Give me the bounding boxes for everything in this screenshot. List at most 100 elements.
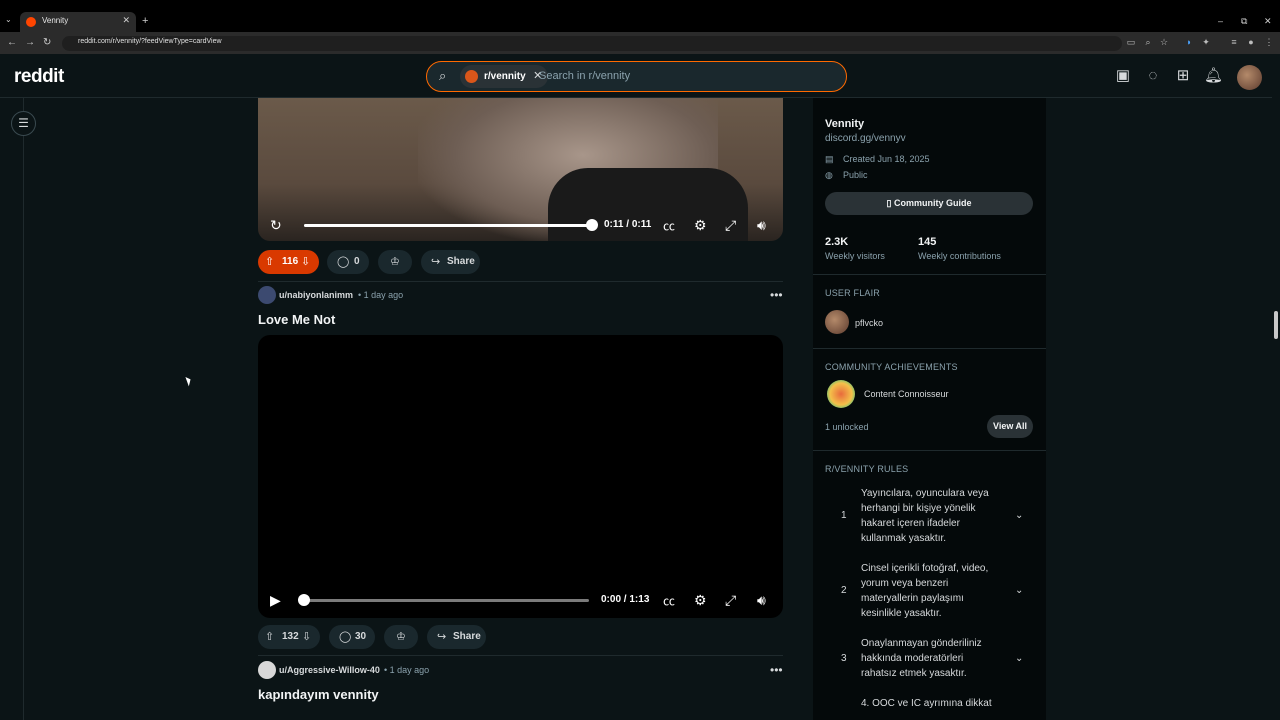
search-box[interactable]: ⌕ r/vennity ✕ Search in r/vennity <box>426 61 847 92</box>
rule-text: 4. OOC ve IC ayrımına dikkat <box>861 698 992 709</box>
media-icon[interactable]: ≡ <box>1229 37 1239 47</box>
close-window-button[interactable]: ✕ <box>1264 16 1272 27</box>
page-scrollbar[interactable] <box>1272 56 1280 720</box>
community-sidebar: Vennity discord.gg/vennyv ▤ Created Jun … <box>813 98 1046 720</box>
user-avatar[interactable] <box>1237 65 1262 90</box>
share-button[interactable]: ↪ Share <box>427 625 486 649</box>
chat-icon[interactable]: ◌ <box>1144 67 1162 85</box>
volume-icon[interactable]: 🔊︎ <box>757 592 766 609</box>
book-icon: ▯ <box>886 198 894 208</box>
community-guide-button[interactable]: ▯ Community Guide <box>825 192 1033 215</box>
notifications-bell-icon[interactable]: 🔔︎ <box>1204 67 1223 85</box>
share-button[interactable]: ↪ Share <box>421 250 480 274</box>
award-icon: ♔ <box>396 631 406 643</box>
progress-knob[interactable] <box>586 219 598 231</box>
address-bar[interactable]: reddit.com/r/vennity/?feedViewType=cardV… <box>62 36 1122 51</box>
forward-icon[interactable]: → <box>25 37 35 48</box>
browser-menu-icon[interactable]: ⋮ <box>1264 37 1274 47</box>
author-name[interactable]: u/Aggressive-Willow-40 <box>279 665 380 675</box>
upvote-icon[interactable]: ⇧ <box>265 250 274 274</box>
post-age: • 1 day ago <box>358 290 404 300</box>
create-post-icon[interactable]: ⊞ <box>1174 67 1192 85</box>
rule-item[interactable]: 2 Cinsel içerikli fotoğraf, video, yorum… <box>825 561 1033 623</box>
bookmark-star-icon[interactable]: ☆ <box>1159 37 1169 47</box>
rule-number: 3 <box>841 653 847 664</box>
comments-button[interactable]: ◯ 0 <box>327 250 369 274</box>
back-icon[interactable]: ← <box>7 37 17 48</box>
achievement-badge-icon <box>827 380 855 408</box>
post-video-player[interactable]: ↻ 0:11 / 0:11 ㏄ ⚙ ⤢ 🔊︎ <box>258 98 783 241</box>
rule-text: Onaylanmayan gönderiliniz hakkında moder… <box>861 638 982 679</box>
rule-text: Cinsel içerikli fotoğraf, video, yorum v… <box>861 563 989 619</box>
video-time: 0:00 / 1:13 <box>601 594 649 605</box>
rule-item[interactable]: 1 Yayıncılara, oyunculara veya herhangi … <box>825 486 1033 548</box>
progress-knob[interactable] <box>298 594 310 606</box>
extension-icon-1[interactable]: ◗ <box>1184 37 1194 47</box>
chevron-down-icon[interactable]: ⌄ <box>1015 585 1023 596</box>
settings-gear-icon[interactable]: ⚙ <box>694 592 707 609</box>
progress-track[interactable] <box>304 599 589 602</box>
chevron-down-icon[interactable]: ⌄ <box>1015 653 1023 664</box>
post-overflow-menu-icon[interactable]: ••• <box>770 288 783 302</box>
cast-icon[interactable]: ▭ <box>1126 37 1136 47</box>
tab-list-icon[interactable]: ⌄ <box>5 15 12 24</box>
captions-icon[interactable]: ㏄ <box>663 592 675 609</box>
flair-name[interactable]: pflvcko <box>855 318 883 328</box>
rule-item[interactable]: 4. OOC ve IC ayrımına dikkat <box>825 696 1033 716</box>
stat-visitors-value: 2.3K <box>825 236 849 248</box>
new-tab-button[interactable]: + <box>142 15 148 27</box>
post-title[interactable]: kapındayım vennity <box>258 687 379 702</box>
community-link[interactable]: discord.gg/vennyv <box>825 133 906 144</box>
fullscreen-icon[interactable]: ⤢ <box>725 217 736 234</box>
downvote-icon[interactable]: ⇩ <box>302 625 311 649</box>
chevron-down-icon[interactable]: ⌄ <box>1015 510 1023 521</box>
time-current: 0:00 <box>601 594 622 605</box>
view-all-button[interactable]: View All <box>987 415 1033 438</box>
progress-track[interactable] <box>304 224 592 227</box>
extensions-puzzle-icon[interactable]: ✦ <box>1201 37 1211 47</box>
zoom-icon[interactable]: ⌕ <box>1143 37 1153 47</box>
post-divider <box>258 655 783 656</box>
calendar-icon: ▤ <box>825 154 834 164</box>
vote-pill: ⇧ 132 ⇩ <box>258 625 320 649</box>
author-avatar[interactable] <box>258 286 276 304</box>
scrollbar-thumb[interactable] <box>1274 311 1278 339</box>
volume-icon[interactable]: 🔊︎ <box>757 217 766 234</box>
settings-gear-icon[interactable]: ⚙ <box>694 217 707 234</box>
stat-visitors-label: Weekly visitors <box>825 251 885 261</box>
author-name[interactable]: u/nabiyonlanimm <box>279 290 353 300</box>
menu-hamburger-icon[interactable]: ☰ <box>11 111 36 136</box>
restore-button[interactable]: ⧉ <box>1241 16 1247 27</box>
advertise-icon[interactable]: ▣ <box>1114 67 1132 85</box>
reload-icon[interactable]: ↻ <box>43 37 51 48</box>
video-time: 0:11 / 0:11 <box>604 219 651 230</box>
sidebar-divider <box>813 450 1046 451</box>
url-text: reddit.com/r/vennity/?feedViewType=cardV… <box>78 38 222 45</box>
downvote-icon[interactable]: ⇩ <box>301 250 310 274</box>
tab-close-icon[interactable]: ✕ <box>122 15 130 26</box>
award-button[interactable]: ♔ <box>378 250 412 274</box>
community-search-chip[interactable]: r/vennity ✕ <box>460 65 549 88</box>
award-button[interactable]: ♔ <box>384 625 418 649</box>
comments-button[interactable]: ◯ 30 <box>329 625 375 649</box>
profile-icon[interactable]: ● <box>1246 37 1256 47</box>
post-title[interactable]: Love Me Not <box>258 312 335 327</box>
replay-icon[interactable]: ↻ <box>270 217 282 234</box>
minimize-button[interactable]: – <box>1218 16 1223 26</box>
user-flair-heading: USER FLAIR <box>825 288 881 298</box>
browser-tab[interactable]: Vennity ✕ <box>20 12 136 32</box>
post-video-player[interactable]: ▶ 0:00 / 1:13 ㏄ ⚙ ⤢ 🔊︎ <box>258 335 783 618</box>
site-header: reddit ⌕ r/vennity ✕ Search in r/vennity… <box>0 54 1280 98</box>
share-icon: ↪ <box>431 256 441 268</box>
comment-count: 30 <box>355 631 367 642</box>
author-avatar[interactable] <box>258 661 276 679</box>
reddit-logo[interactable]: reddit <box>14 66 64 88</box>
rule-item[interactable]: 3 Onaylanmayan gönderiliniz hakkında mod… <box>825 636 1033 684</box>
community-avatar-icon <box>465 70 478 83</box>
play-icon[interactable]: ▶ <box>270 592 281 609</box>
upvote-icon[interactable]: ⇧ <box>265 625 274 649</box>
captions-icon[interactable]: ㏄ <box>663 217 675 234</box>
time-current: 0:11 <box>604 219 624 230</box>
fullscreen-icon[interactable]: ⤢ <box>725 592 736 609</box>
post-overflow-menu-icon[interactable]: ••• <box>770 663 783 677</box>
